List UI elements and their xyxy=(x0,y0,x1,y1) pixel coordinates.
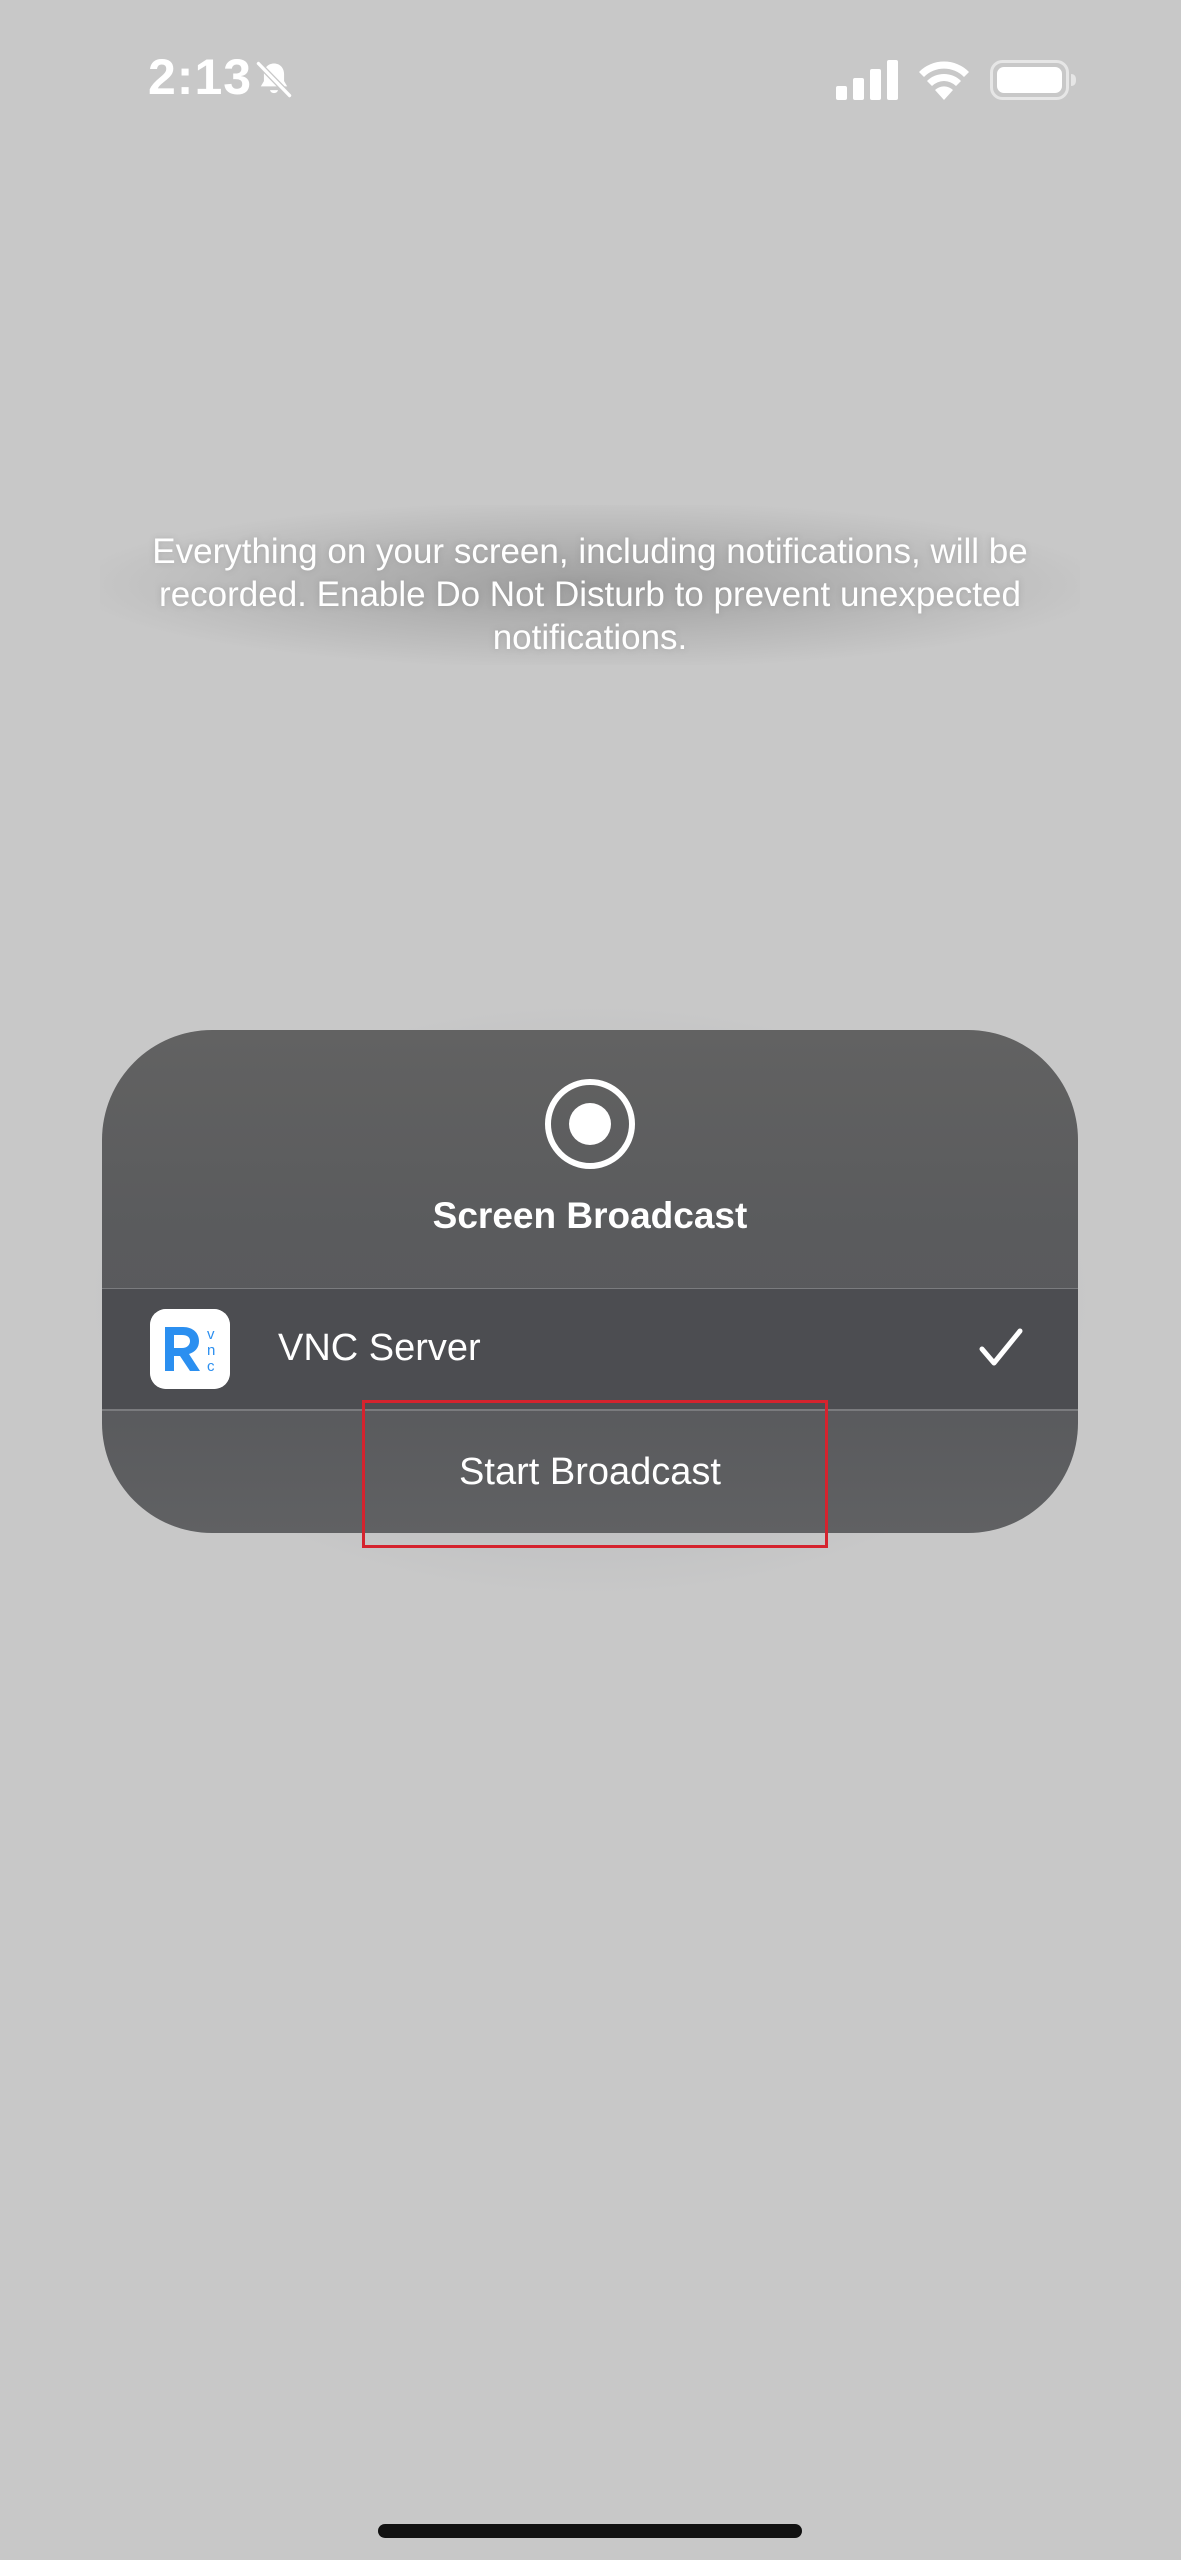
app-name: VNC Server xyxy=(278,1327,481,1369)
checkmark-icon xyxy=(979,1328,1023,1366)
svg-text:n: n xyxy=(207,1342,215,1359)
status-bar: 2:13 xyxy=(0,0,1181,160)
svg-text:v: v xyxy=(207,1326,215,1343)
home-indicator[interactable] xyxy=(378,2524,802,2538)
vnc-app-icon: v n c xyxy=(150,1309,230,1389)
bell-slash-icon xyxy=(256,61,292,98)
status-time: 2:13 xyxy=(148,49,253,105)
broadcast-target-vnc-server[interactable]: v n c VNC Server xyxy=(102,1289,1078,1409)
cellular-signal-icon xyxy=(836,60,898,100)
recording-notice: Everything on your screen, including not… xyxy=(152,532,1028,657)
highlight-box xyxy=(362,1400,828,1548)
record-icon xyxy=(545,1079,635,1169)
battery-icon xyxy=(990,60,1076,100)
svg-text:c: c xyxy=(207,1358,215,1375)
sheet-title: Screen Broadcast xyxy=(432,1195,748,1236)
wifi-icon xyxy=(919,61,969,100)
